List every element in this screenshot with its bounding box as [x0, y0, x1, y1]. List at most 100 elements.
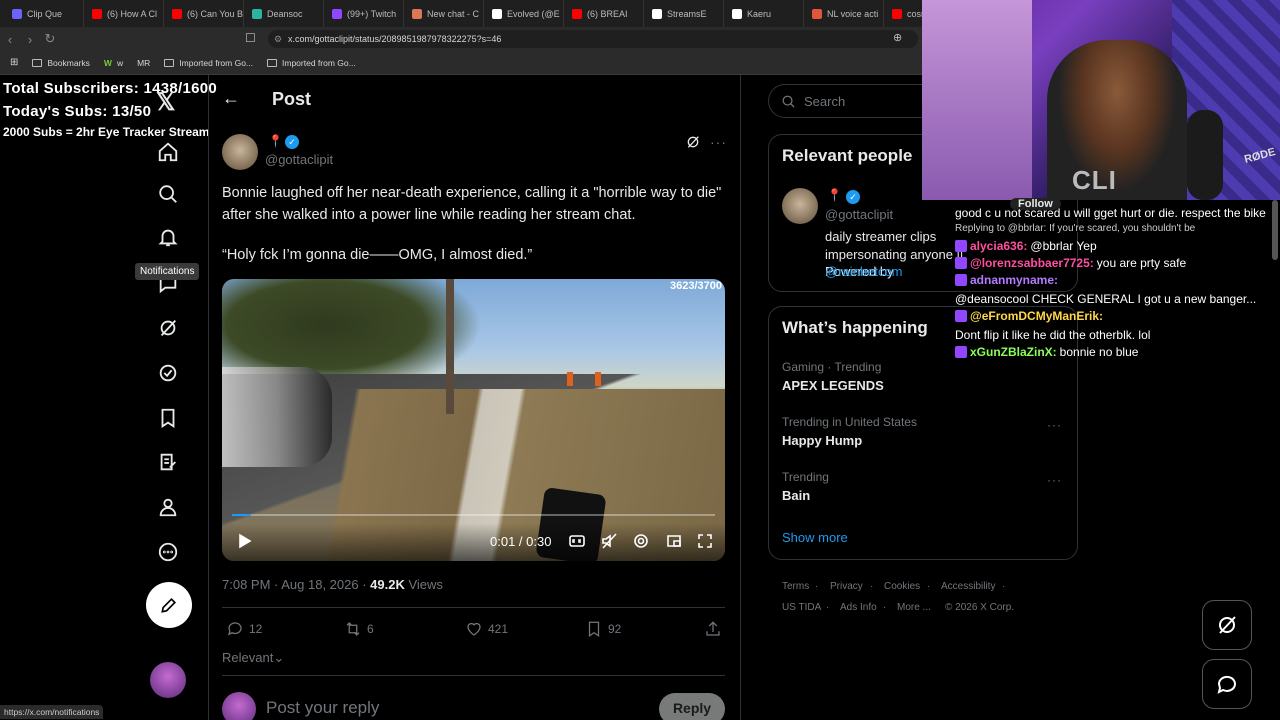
browser-tab[interactable]: (6) BREAI	[564, 0, 644, 27]
trend-category: Trending	[782, 470, 829, 484]
bookmark-star-icon[interactable]: ☐	[245, 31, 256, 45]
footer-link-more[interactable]: More ...	[897, 602, 931, 613]
like-count: 421	[488, 622, 509, 636]
notifications-icon[interactable]	[156, 225, 180, 249]
browser-tab[interactable]: (6) Can You B	[164, 0, 244, 27]
more-icon[interactable]	[156, 540, 180, 564]
video-time: 0:01 / 0:30	[490, 534, 552, 549]
browser-tab[interactable]: StreamsE	[644, 0, 724, 27]
bookmark-count: 92	[608, 622, 622, 636]
show-more-link[interactable]: Show more	[782, 530, 848, 545]
x-logo-icon[interactable]: 𝕏	[156, 88, 175, 117]
bookmark-item[interactable]: Ww	[104, 58, 123, 68]
zoom-icon[interactable]: ⊕	[893, 31, 902, 44]
bookmark-item[interactable]: Imported from Go...	[267, 58, 356, 68]
tab-label: StreamsE	[667, 8, 707, 19]
reply-avatar	[222, 692, 256, 720]
reload-icon[interactable]: ↻	[40, 31, 60, 47]
home-icon[interactable]	[156, 140, 180, 164]
author-handle[interactable]: @gottaclipit	[265, 152, 333, 167]
footer-link-ads[interactable]: Ads Info	[840, 602, 877, 613]
tab-label: NL voice acti	[827, 8, 879, 19]
captions-icon[interactable]	[569, 533, 585, 549]
tab-label: Clip Que	[27, 8, 63, 19]
reply-button[interactable]: 12	[226, 620, 262, 638]
reply-sort-dropdown[interactable]: Relevant⌄	[222, 650, 284, 666]
person-handle[interactable]: @gottaclipit	[825, 207, 893, 222]
webcam-wall	[922, 0, 1032, 200]
trend-more-icon[interactable]: ···	[1047, 418, 1062, 432]
browser-tab[interactable]: Clip Que	[4, 0, 84, 27]
post-more-icon[interactable]: ···	[710, 134, 727, 150]
person-link[interactable]: @rainbetcom	[825, 264, 903, 279]
browser-tab[interactable]: (99+) Twitch	[324, 0, 404, 27]
page-title: Post	[272, 89, 312, 109]
footer-link-privacy[interactable]: Privacy	[830, 581, 863, 592]
scrollbar[interactable]	[1272, 200, 1278, 260]
repost-button[interactable]: 6	[344, 620, 374, 638]
tab-label: Kaeru	[747, 8, 772, 19]
back-icon[interactable]: ‹	[0, 32, 20, 47]
account-avatar[interactable]	[150, 662, 186, 698]
browser-tab[interactable]: New chat - C	[404, 0, 484, 27]
search-icon[interactable]	[156, 182, 180, 206]
chat-username: alycia636:	[970, 239, 1028, 253]
footer-link-tida[interactable]: US TIDA	[782, 602, 821, 613]
browser-tab[interactable]: Evolved (@E	[484, 0, 564, 27]
messages-floating-button[interactable]	[1202, 659, 1252, 709]
video-progress-bar[interactable]	[232, 514, 715, 516]
picture-in-picture-icon[interactable]	[666, 533, 682, 549]
share-icon	[706, 621, 720, 636]
settings-gear-icon[interactable]	[633, 533, 649, 549]
divider	[208, 75, 209, 720]
footer-link-terms[interactable]: Terms	[782, 581, 809, 592]
bookmark-item[interactable]: MR	[137, 58, 150, 68]
browser-tab[interactable]: (6) How A Cl	[84, 0, 164, 27]
bookmarks-icon[interactable]	[156, 406, 180, 430]
mute-icon[interactable]	[601, 533, 617, 549]
chat-message: adnanmyname: @deansocool CHECK GENERAL I …	[955, 272, 1280, 307]
url-field[interactable]: ⚙ x.com/gottaclipit/status/2089851987978…	[268, 30, 918, 48]
fullscreen-icon[interactable]	[697, 533, 713, 549]
folder-icon	[267, 58, 278, 67]
footer-link-cookies[interactable]: Cookies	[884, 581, 920, 592]
chat-text: Dont flip it like he did the otherblk. l…	[955, 328, 1151, 342]
play-icon[interactable]	[236, 533, 252, 549]
footer-separator: ·	[826, 602, 830, 613]
apps-icon[interactable]: ⊞	[10, 57, 18, 68]
search-placeholder: Search	[804, 93, 846, 109]
premium-icon[interactable]	[156, 361, 180, 385]
back-arrow-icon[interactable]: ←	[222, 88, 240, 109]
author-avatar[interactable]	[222, 134, 258, 170]
post-timestamp[interactable]: 7:08 PM · Aug 18, 2026 ·	[222, 577, 370, 592]
grok-floating-button[interactable]	[1202, 600, 1252, 650]
video-player[interactable]: 3623/3700 0:01 / 0:30	[222, 279, 725, 561]
profile-icon[interactable]	[156, 495, 180, 519]
bookmark-item[interactable]: Bookmarks	[32, 58, 90, 68]
share-button[interactable]	[704, 620, 722, 638]
chat-partial-message: good c u not scared u will gget hurt or …	[955, 206, 1266, 220]
webcam-microphone	[1187, 110, 1223, 200]
bookmark-button[interactable]: 92	[585, 620, 621, 638]
browser-tab[interactable]: Kaeru	[724, 0, 804, 27]
person-avatar[interactable]	[782, 188, 818, 224]
bookmark-item[interactable]: Imported from Go...	[164, 58, 253, 68]
grok-icon[interactable]	[156, 316, 180, 340]
like-button[interactable]: 421	[465, 620, 508, 638]
video-controls	[222, 523, 725, 561]
compose-post-button[interactable]	[146, 582, 192, 628]
reply-input[interactable]: Post your reply	[266, 698, 379, 718]
tab-favicon-icon	[92, 8, 102, 19]
footer-link-accessibility[interactable]: Accessibility	[941, 581, 995, 592]
site-info-icon[interactable]: ⚙	[274, 34, 282, 45]
chat-text: you are prty safe	[1096, 256, 1187, 270]
articles-icon[interactable]	[156, 450, 180, 474]
forward-icon[interactable]: ›	[20, 32, 40, 47]
browser-tab[interactable]: NL voice acti	[804, 0, 884, 27]
divider	[222, 607, 725, 608]
grok-explain-icon[interactable]	[685, 134, 701, 150]
browser-tab[interactable]: Deansoc	[244, 0, 324, 27]
reply-submit-button[interactable]: Reply	[659, 693, 725, 720]
trend-name: Happy Hump	[782, 433, 863, 448]
trend-more-icon[interactable]: ···	[1047, 473, 1062, 487]
